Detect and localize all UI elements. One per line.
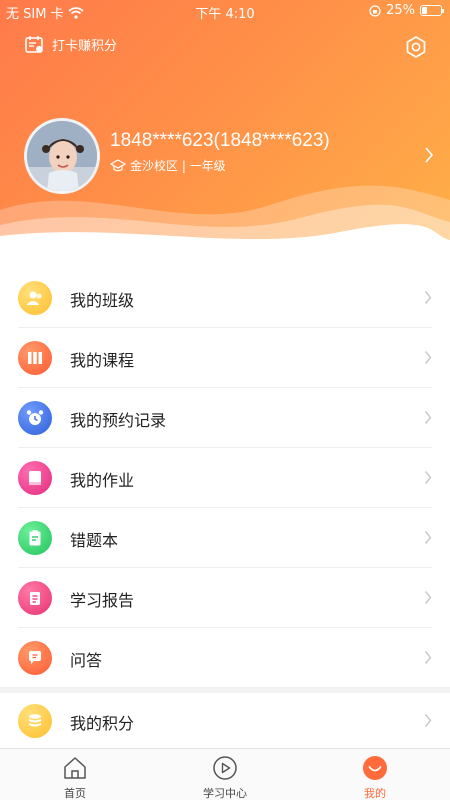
menu-item-my-courses[interactable]: 我的课程 — [0, 328, 450, 388]
chevron-right-icon — [424, 651, 432, 664]
home-icon — [64, 757, 86, 779]
battery-icon — [420, 5, 444, 16]
avatar[interactable] — [24, 118, 100, 194]
menu-item-wrong-questions[interactable]: 错题本 — [0, 508, 450, 568]
school-label: 金沙校区 | 一年级 — [130, 159, 226, 173]
checkin-button[interactable]: 打卡赚积分 — [24, 34, 117, 54]
play-circle-icon — [213, 756, 237, 780]
tab-home[interactable]: 首页 — [0, 749, 150, 800]
alarm-clock-icon — [18, 401, 52, 435]
menu-item-my-class[interactable]: 我的班级 — [0, 268, 450, 328]
report-icon — [18, 581, 52, 615]
orientation-lock-icon — [369, 4, 381, 17]
battery-percent: 25% — [386, 3, 415, 18]
chevron-right-icon — [424, 471, 432, 484]
class-icon — [18, 281, 52, 315]
child-photo — [27, 121, 97, 191]
menu-item-my-appointments[interactable]: 我的预约记录 — [0, 388, 450, 448]
chevron-right-icon — [424, 591, 432, 604]
chevron-right-icon — [424, 291, 432, 304]
username: 1848****623(1848****623) — [110, 130, 330, 151]
menu-item-label: 我的预约记录 — [70, 411, 167, 430]
clipboard-icon — [18, 521, 52, 555]
menu-item-study-report[interactable]: 学习报告 — [0, 568, 450, 628]
menu-item-label: 我的课程 — [70, 351, 135, 370]
coins-stack-icon — [18, 704, 52, 738]
chat-bubble-icon — [18, 641, 52, 675]
tab-label: 我的 — [364, 787, 386, 800]
profile-card[interactable]: 1848****623(1848****623) 金沙校区 | 一年级 — [24, 118, 436, 194]
menu-item-my-homework[interactable]: 我的作业 — [0, 448, 450, 508]
bottom-tab-bar: 首页 学习中心 我的 — [0, 748, 450, 800]
tab-label: 学习中心 — [203, 787, 247, 800]
tab-label: 首页 — [64, 787, 86, 800]
course-books-icon — [18, 341, 52, 375]
menu-item-label: 错题本 — [70, 531, 119, 550]
menu-item-my-points[interactable]: 我的积分 — [0, 693, 450, 749]
menu-item-label: 我的积分 — [70, 714, 135, 733]
menu-item-label: 我的作业 — [70, 471, 135, 490]
chevron-right-icon — [424, 351, 432, 364]
chevron-right-icon — [424, 531, 432, 544]
menu-list: 我的班级 我的课程 我的预约记录 我的作业 错题本 学习报告 问答 — [0, 268, 450, 688]
chevron-right-icon — [425, 147, 434, 163]
homework-book-icon — [18, 461, 52, 495]
status-bar: 无 SIM 卡 下午 4:10 25% — [0, 0, 450, 22]
menu-item-label: 学习报告 — [70, 591, 135, 610]
tab-study-center[interactable]: 学习中心 — [150, 749, 300, 800]
menu-item-label: 问答 — [70, 651, 103, 670]
profile-header: 无 SIM 卡 下午 4:10 25% 打卡赚积分 1848****623(18… — [0, 0, 450, 252]
calendar-check-icon — [25, 36, 43, 53]
smile-icon — [363, 756, 387, 780]
chevron-right-icon — [424, 411, 432, 424]
graduation-cap-icon — [110, 158, 126, 171]
menu-item-label: 我的班级 — [70, 291, 135, 310]
chevron-right-icon — [424, 714, 432, 727]
settings-gear-icon[interactable] — [404, 35, 428, 59]
tab-mine[interactable]: 我的 — [300, 749, 450, 800]
checkin-label: 打卡赚积分 — [52, 38, 118, 54]
menu-item-qa[interactable]: 问答 — [0, 628, 450, 688]
school-info: 金沙校区 | 一年级 — [110, 157, 226, 174]
